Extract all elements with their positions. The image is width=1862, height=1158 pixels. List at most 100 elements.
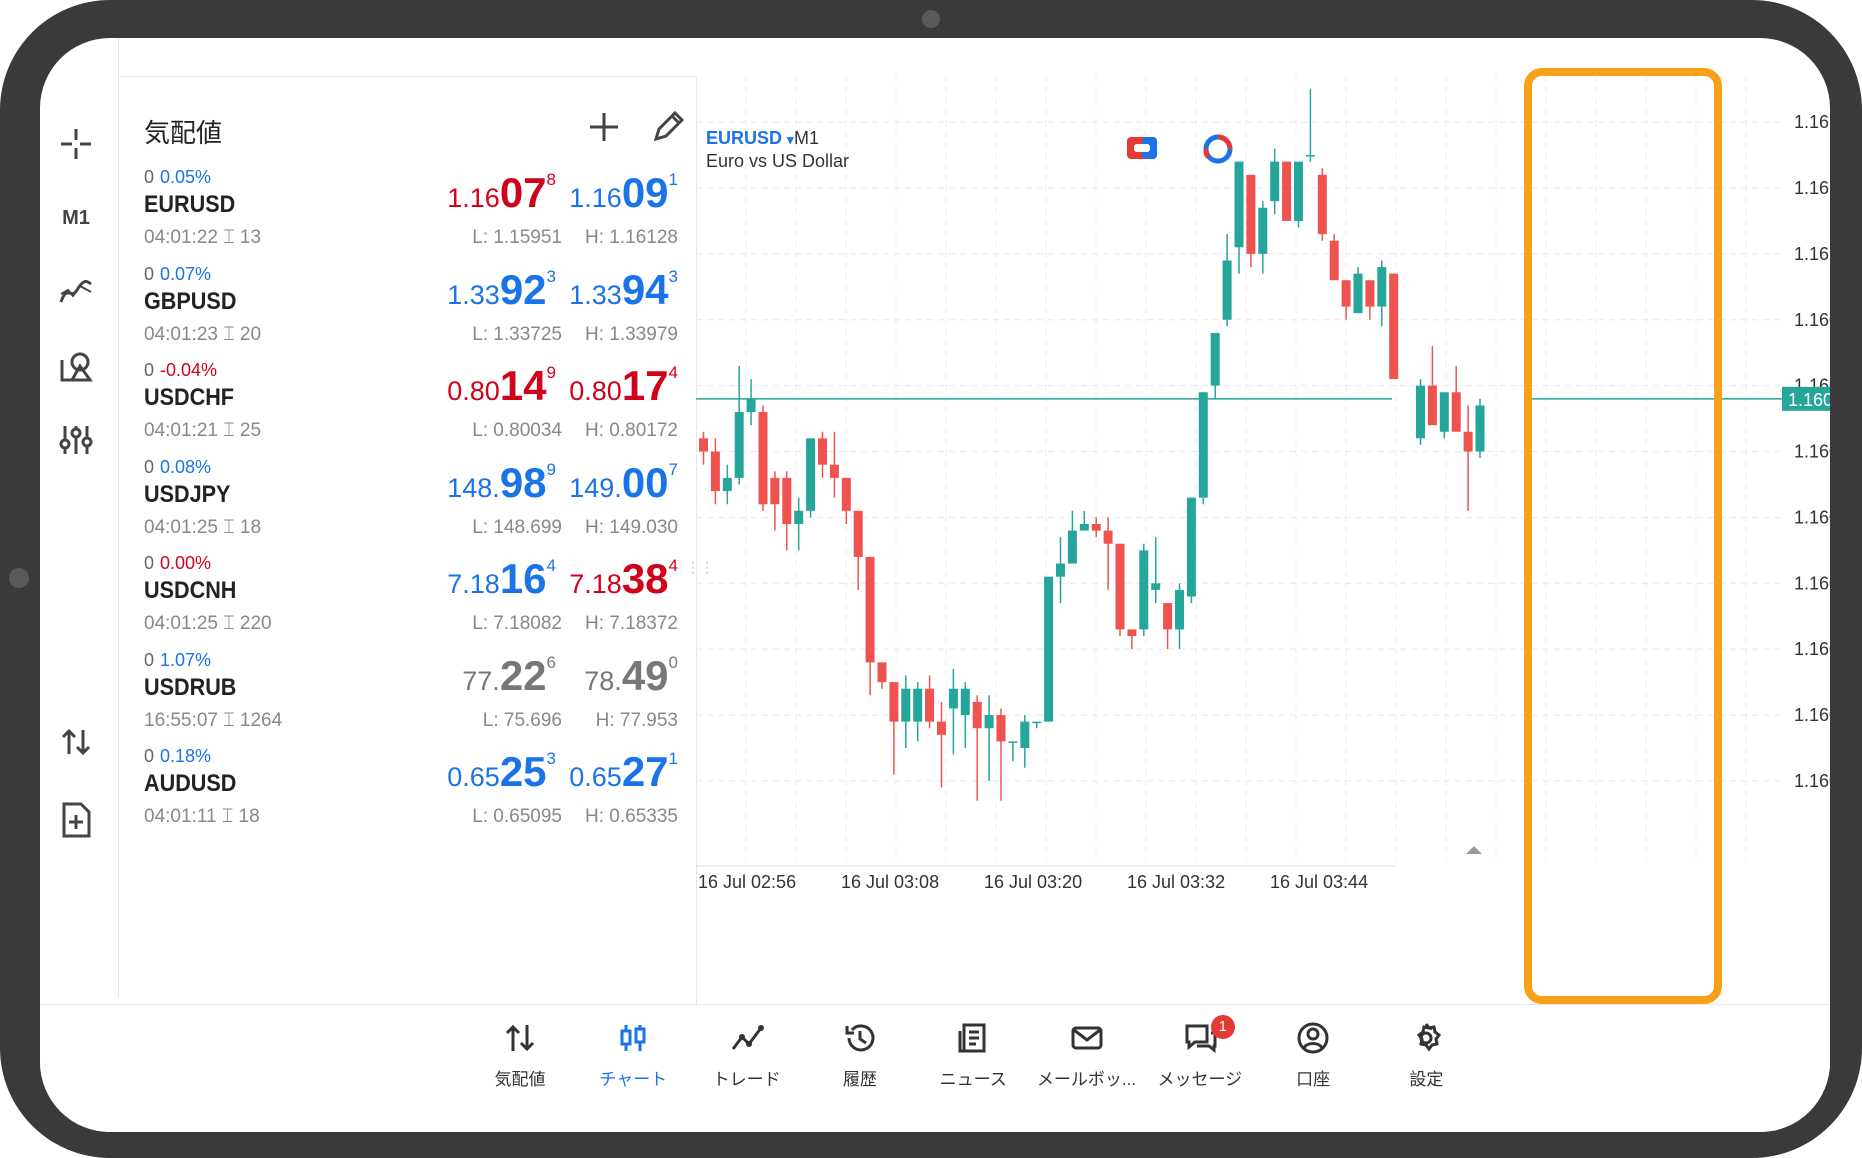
plus-icon — [590, 113, 618, 141]
depth-of-market-icon[interactable] — [1202, 133, 1234, 165]
candle-body — [1032, 721, 1042, 724]
candle-body — [1305, 155, 1315, 157]
add-symbol-button[interactable] — [584, 107, 624, 147]
candlestick-chart[interactable]: 1.161201.161101.161001.160901.160801.160… — [696, 76, 1830, 1004]
daily-high: H: 0.80172 — [585, 420, 678, 441]
candle-body — [1270, 161, 1280, 202]
bid-price: 0.65253 — [447, 748, 556, 798]
daily-low: L: 7.18082 — [472, 613, 562, 634]
nav-mailbox[interactable]: メールボッ... — [1032, 1015, 1142, 1095]
left-toolbar: M1 — [40, 38, 119, 998]
quote-change: 0 -0.04% — [144, 360, 217, 381]
ask-price-pips: 94 — [621, 265, 669, 313]
quote-change-points: 0 — [144, 263, 155, 284]
bid-price: 1.16078 — [447, 169, 556, 219]
daily-high: H: 7.18372 — [585, 613, 678, 634]
nav-trade[interactable]: トレード — [692, 1015, 802, 1095]
bid-price-pips: 16 — [499, 555, 547, 602]
chart-symbol[interactable]: EURUSD ▾ — [706, 128, 794, 149]
candle-body — [889, 682, 899, 722]
bid-price-pips: 22 — [499, 651, 547, 699]
settings-sliders-icon[interactable] — [52, 416, 100, 464]
nav-label: ニュース — [939, 1070, 1007, 1089]
candle-body — [1151, 583, 1161, 590]
candle-body — [794, 510, 804, 524]
quote-change-points: 0 — [144, 167, 155, 187]
history-icon — [845, 1024, 875, 1052]
ask-price-prefix: 1.16 — [569, 183, 622, 213]
candle-body — [1439, 392, 1449, 432]
bid-price-pips: 92 — [499, 265, 547, 313]
candle-body — [1008, 741, 1018, 743]
nav-chart[interactable]: チャート — [578, 1015, 688, 1095]
quote-change: 0 0.18% — [144, 746, 211, 767]
panel-resize-handle[interactable]: ⋮⋮ — [686, 560, 714, 584]
ask-price: 0.80174 — [569, 362, 678, 412]
nav-settings[interactable]: 設定 — [1371, 1015, 1481, 1095]
nav-label: 設定 — [1409, 1070, 1444, 1089]
objects-icon[interactable] — [52, 342, 100, 390]
candle-body — [1091, 524, 1101, 531]
quote-change: 0 0.05% — [144, 167, 211, 188]
trade-icon[interactable] — [52, 718, 100, 766]
y-tick-label: 1.16030 — [1794, 705, 1830, 725]
timeframe-button[interactable]: M1 — [52, 194, 100, 242]
ask-price: 78.490 — [584, 652, 678, 702]
candle-body — [1475, 405, 1485, 452]
bid-price: 1.33923 — [447, 266, 556, 316]
candle-body — [758, 412, 768, 505]
quotes-title: 気配値 — [144, 118, 223, 148]
x-tick-label: 16 Jul 02:56 — [698, 872, 796, 892]
candle-body — [948, 688, 958, 709]
candle-body — [1463, 431, 1473, 452]
quote-change-points: 0 — [144, 746, 155, 766]
ask-price-prefix: 78. — [584, 665, 622, 696]
chart-description: Euro vs US Dollar — [706, 151, 850, 171]
quote-symbol: USDRUB — [144, 673, 237, 701]
quote-time-spread: 04:01:25 ⌶ 220 — [144, 613, 272, 634]
nav-messages[interactable]: 1 メッセージ — [1145, 1015, 1255, 1095]
bid-price-fraction: 3 — [546, 266, 556, 286]
indicators-icon[interactable] — [52, 268, 100, 316]
bid-price-pips: 98 — [499, 458, 547, 506]
daily-high: H: 1.16128 — [585, 227, 678, 248]
y-tick-label: 1.16120 — [1794, 112, 1830, 132]
quote-change-percent: -0.04% — [160, 360, 218, 380]
nav-account[interactable]: 口座 — [1258, 1015, 1368, 1095]
chart-symbol-text: EURUSD — [706, 128, 783, 148]
quote-change-percent: 0.18% — [160, 746, 212, 766]
quote-symbol: GBPUSD — [144, 287, 237, 315]
chart-area[interactable]: 1.161201.161101.161001.160901.160801.160… — [686, 76, 1830, 1004]
ask-price: 7.18384 — [569, 555, 678, 605]
y-tick-label: 1.16050 — [1794, 573, 1830, 593]
ask-price-pips: 49 — [621, 651, 669, 699]
crosshair-icon[interactable] — [52, 120, 100, 168]
quote-row-audusd[interactable]: 0 0.18% AUDUSD 04:01:11 ⌶ 18 0.65253 0.65… — [118, 746, 696, 861]
pencil-icon — [653, 110, 685, 142]
nav-label: トレード — [712, 1070, 781, 1089]
settings-gear-icon — [1417, 1023, 1442, 1052]
candle-body — [972, 701, 982, 729]
ask-price-pips: 17 — [621, 362, 669, 409]
nav-history[interactable]: 履歴 — [805, 1015, 915, 1095]
ask-price-prefix: 0.80 — [569, 376, 622, 406]
bid-price-pips: 25 — [499, 748, 547, 795]
ask-price-fraction: 1 — [668, 749, 678, 768]
nav-quotes[interactable]: 気配値 — [465, 1015, 575, 1095]
quote-symbol: USDJPY — [144, 480, 231, 508]
new-order-icon[interactable] — [52, 796, 100, 844]
y-tick-label: 1.16020 — [1794, 771, 1830, 791]
bid-price-pips: 14 — [499, 362, 547, 409]
quote-time-spread: 04:01:22 ⌶ 13 — [144, 227, 262, 248]
one-click-trading-icon[interactable] — [1126, 134, 1158, 162]
bottom-navigation: 気配値 チャート トレード 履歴 ニュース メールボッ... 1 メッセージ 口座 設定 — [40, 1004, 1830, 1132]
candle-body — [925, 688, 935, 722]
candle-body — [1198, 392, 1208, 498]
daily-low: L: 75.696 — [482, 709, 562, 731]
x-tick-label: 16 Jul 03:32 — [1127, 872, 1225, 892]
nav-news[interactable]: ニュース — [918, 1015, 1028, 1095]
candle-body — [1163, 603, 1173, 630]
candle-body — [1341, 280, 1351, 307]
quote-symbol: EURUSD — [144, 191, 236, 218]
edit-list-button[interactable] — [648, 107, 688, 147]
